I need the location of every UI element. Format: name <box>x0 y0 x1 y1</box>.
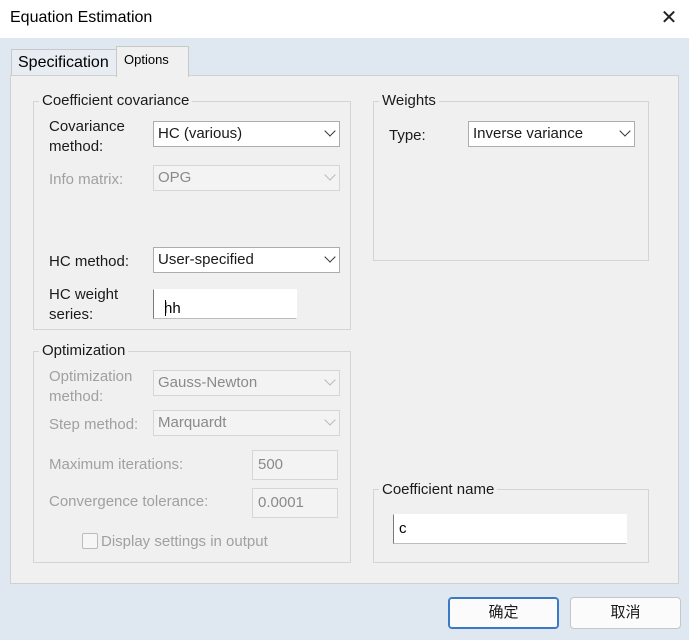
step-method-select[interactable]: Marquardt <box>153 410 340 436</box>
hc-method-value: User-specified <box>158 251 254 268</box>
covariance-method-label-1: Covariance <box>49 118 125 135</box>
text-caret <box>165 300 166 316</box>
info-matrix-value: OPG <box>158 169 192 186</box>
chevron-down-icon <box>324 374 336 386</box>
max-iterations-input[interactable]: 500 <box>252 450 338 480</box>
max-iterations-label: Maximum iterations: <box>49 456 184 473</box>
chevron-down-icon <box>324 251 336 263</box>
covariance-method-value: HC (various) <box>158 125 243 142</box>
coefficient-name-legend: Coefficient name <box>379 481 498 498</box>
optimization-legend: Optimization <box>39 342 129 359</box>
chevron-down-icon <box>324 169 336 181</box>
weights-type-label: Type: <box>389 127 426 144</box>
cancel-button[interactable]: 取消 <box>570 597 681 629</box>
coefficient-name-value: c <box>399 520 407 537</box>
max-iterations-value: 500 <box>258 456 284 473</box>
step-method-value: Marquardt <box>158 414 227 431</box>
optimization-method-select[interactable]: Gauss-Newton <box>153 370 340 396</box>
convergence-tolerance-label: Convergence tolerance: <box>49 493 209 510</box>
chevron-down-icon <box>324 125 336 137</box>
hc-weight-label-2: series: <box>49 306 94 323</box>
window-title: Equation Estimation <box>10 9 153 26</box>
step-method-label: Step method: <box>49 416 139 433</box>
weights-type-value: Inverse variance <box>473 125 584 142</box>
weights-legend: Weights <box>379 92 439 109</box>
close-icon[interactable]: ✕ <box>653 4 685 32</box>
chevron-down-icon <box>619 125 631 137</box>
ok-button[interactable]: 确定 <box>448 597 559 629</box>
tab-specification[interactable]: Specification <box>11 49 117 76</box>
convergence-tolerance-value: 0.0001 <box>258 494 304 511</box>
hc-method-select[interactable]: User-specified <box>153 247 340 273</box>
optimization-method-value: Gauss-Newton <box>158 374 258 391</box>
hc-weight-series-value: hh <box>164 300 181 317</box>
hc-method-label: HC method: <box>49 253 130 270</box>
tab-options[interactable]: Options <box>116 46 189 77</box>
display-settings-label: Display settings in output <box>101 533 268 550</box>
optimization-method-label-2: method: <box>49 388 104 405</box>
info-matrix-label: Info matrix: <box>49 171 124 188</box>
covariance-method-label-2: method: <box>49 138 104 155</box>
tab-specification-label: Specification <box>18 54 109 71</box>
convergence-tolerance-input[interactable]: 0.0001 <box>252 488 338 518</box>
optimization-method-label-1: Optimization <box>49 368 133 385</box>
info-matrix-select[interactable]: OPG <box>153 165 340 191</box>
weights-type-select[interactable]: Inverse variance <box>468 121 635 147</box>
hc-weight-series-input[interactable]: hh <box>153 289 297 319</box>
coefficient-covariance-legend: Coefficient covariance <box>39 92 193 109</box>
chevron-down-icon <box>324 414 336 426</box>
hc-weight-label-1: HC weight <box>49 286 119 303</box>
display-settings-checkbox[interactable] <box>82 533 98 549</box>
covariance-method-select[interactable]: HC (various) <box>153 121 340 147</box>
tab-options-label: Options <box>124 52 169 67</box>
title-bar: Equation Estimation ✕ <box>0 0 689 38</box>
coefficient-name-input[interactable]: c <box>393 514 627 544</box>
